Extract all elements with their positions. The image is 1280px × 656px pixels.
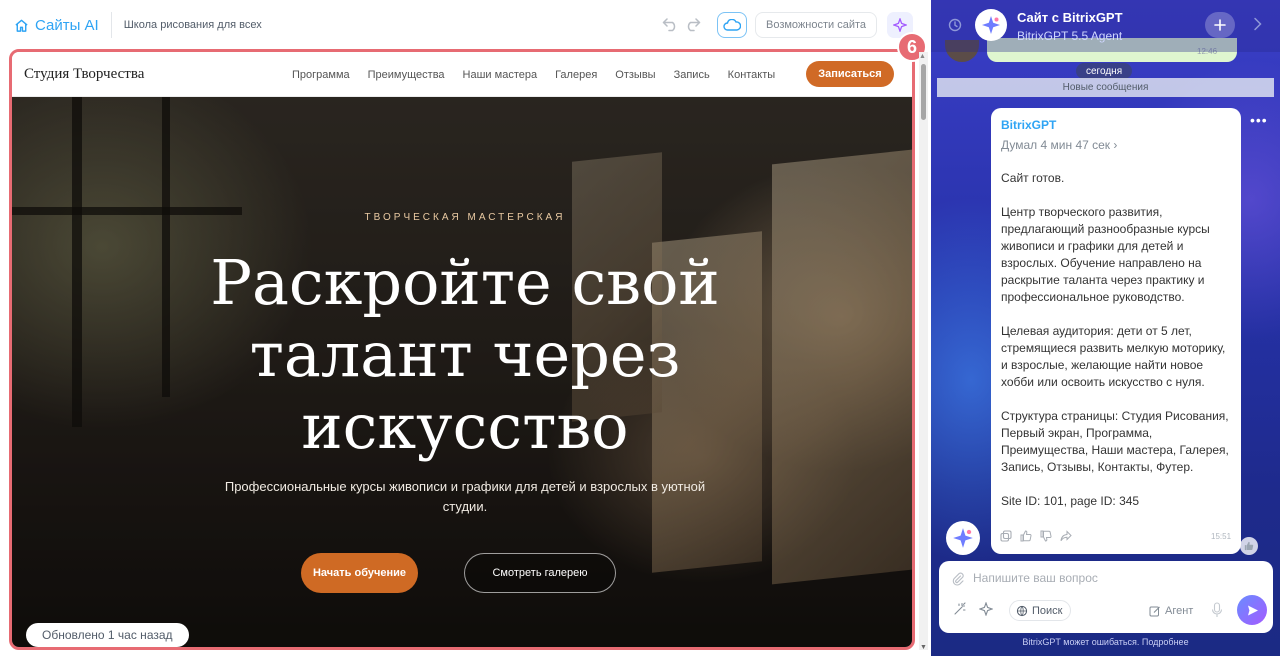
toolbar-actions: Возможности сайта — [661, 12, 931, 38]
scroll-up-arrow-icon[interactable]: ▲ — [919, 53, 926, 60]
redo-icon — [688, 18, 702, 32]
redo-button[interactable] — [683, 15, 703, 35]
bitrixgpt-message-avatar — [946, 521, 980, 555]
edit-square-icon — [1149, 606, 1160, 617]
message-author: BitrixGPT — [1001, 118, 1057, 132]
bitrixgpt-logo-icon — [953, 528, 973, 548]
web-search-toggle[interactable]: Поиск — [1009, 600, 1072, 621]
share-icon[interactable] — [1059, 529, 1073, 543]
project-name: Школа рисования для всех — [123, 19, 262, 31]
message-time: 15:51 — [1211, 532, 1232, 541]
more-options-icon[interactable]: ••• — [1250, 112, 1268, 128]
bitrixgpt-avatar — [975, 9, 1007, 41]
magic-wand-icon[interactable] — [953, 602, 967, 616]
menu-item-masters[interactable]: Наши мастера — [463, 69, 538, 81]
chat-title: Сайт с BitrixGPT — [1017, 10, 1123, 25]
app-root: Сайты AI Школа рисования для всех Возмож… — [0, 0, 1280, 656]
chat-subtitle: BitrixGPT 5.5 Agent — [1017, 29, 1123, 43]
sparkle-icon[interactable] — [979, 602, 993, 616]
agent-chip-label: Агент — [1165, 605, 1194, 617]
brand-label: Сайты AI — [35, 16, 99, 34]
hero-section: ТВОРЧЕСКАЯ МАСТЕРСКАЯ Раскройте свой тал… — [12, 97, 912, 647]
bitrixgpt-logo-icon — [982, 16, 1000, 34]
site-preview-frame: Студия Творчества Программа Преимущества… — [9, 49, 915, 650]
publish-cloud-button[interactable] — [716, 12, 747, 38]
site-logo[interactable]: Студия Творчества — [24, 66, 144, 83]
thumbs-up-icon[interactable] — [1019, 529, 1033, 543]
copy-icon[interactable] — [999, 529, 1013, 543]
plus-icon — [1214, 19, 1226, 31]
history-icon[interactable] — [947, 17, 963, 33]
new-messages-divider: Новые сообщения — [937, 78, 1274, 97]
globe-search-icon — [1016, 605, 1028, 616]
send-button[interactable] — [1237, 595, 1267, 625]
reaction-like-icon[interactable] — [1240, 537, 1258, 555]
paperclip-icon[interactable] — [951, 572, 965, 586]
undo-icon — [662, 18, 676, 32]
site-header: Студия Творчества Программа Преимущества… — [12, 52, 912, 97]
hero-eyebrow: ТВОРЧЕСКАЯ МАСТЕРСКАЯ — [364, 212, 566, 223]
date-divider: сегодня — [1076, 63, 1133, 79]
message-actions — [999, 529, 1073, 543]
menu-item-signup[interactable]: Запись — [674, 69, 710, 81]
preview-scrollbar[interactable] — [919, 52, 928, 650]
signup-button[interactable]: Записаться — [806, 61, 894, 87]
ai-disclaimer[interactable]: BitrixGPT может ошибаться. Подробнее — [931, 637, 1280, 647]
menu-item-gallery[interactable]: Галерея — [555, 69, 597, 81]
menu-item-advantages[interactable]: Преимущества — [368, 69, 445, 81]
ai-chat-panel: 12:46 Сайт с BitrixGPT BitrixGPT 5.5 Age… — [931, 0, 1280, 656]
microphone-icon[interactable] — [1211, 602, 1223, 618]
scrollbar-thumb[interactable] — [921, 64, 926, 120]
updated-status-badge: Обновлено 1 час назад — [26, 623, 189, 647]
menu-item-contacts[interactable]: Контакты — [728, 69, 776, 81]
menu-item-program[interactable]: Программа — [292, 69, 350, 81]
message-body: Сайт готов. Центр творческого развития, … — [1001, 171, 1229, 508]
scroll-down-arrow-icon[interactable]: ▼ — [920, 644, 927, 651]
sites-ai-home-link[interactable]: Сайты AI — [14, 17, 99, 34]
chat-message-input[interactable] — [973, 571, 1253, 585]
view-gallery-button[interactable]: Смотреть галерею — [464, 553, 616, 593]
search-chip-label: Поиск — [1032, 604, 1063, 617]
new-chat-button[interactable] — [1205, 12, 1235, 38]
cloud-icon — [723, 19, 741, 31]
start-learning-button[interactable]: Начать обучение — [301, 553, 418, 593]
send-arrow-icon — [1247, 605, 1258, 615]
undo-button[interactable] — [661, 15, 681, 35]
chevron-right-icon[interactable] — [1253, 17, 1263, 31]
site-editor: Сайты AI Школа рисования для всех Возмож… — [0, 0, 931, 656]
site-menu: Программа Преимущества Наши мастера Гале… — [292, 52, 775, 97]
thumbs-down-icon[interactable] — [1039, 529, 1053, 543]
agent-mode-toggle[interactable]: Агент — [1149, 601, 1193, 621]
home-icon — [15, 19, 28, 32]
composer-tools: Поиск Агент — [949, 595, 1269, 625]
hero-subtitle: Профессиональные курсы живописи и график… — [224, 479, 706, 514]
ai-sparkle-icon — [893, 18, 907, 32]
site-features-button[interactable]: Возможности сайта — [754, 12, 877, 38]
hero-title: Раскройте свой талант через искусство — [210, 246, 720, 463]
menu-item-reviews[interactable]: Отзывы — [615, 69, 655, 81]
thinking-duration-toggle[interactable]: Думал 4 мин 47 сек › — [1001, 138, 1117, 152]
chat-composer: Поиск Агент — [939, 561, 1273, 633]
toolbar-divider — [110, 12, 112, 38]
assistant-message: BitrixGPT Думал 4 мин 47 сек › Сайт гото… — [991, 108, 1241, 554]
editor-toolbar: Сайты AI Школа рисования для всех Возмож… — [0, 0, 931, 50]
chat-header: Сайт с BitrixGPT BitrixGPT 5.5 Agent — [931, 0, 1280, 52]
